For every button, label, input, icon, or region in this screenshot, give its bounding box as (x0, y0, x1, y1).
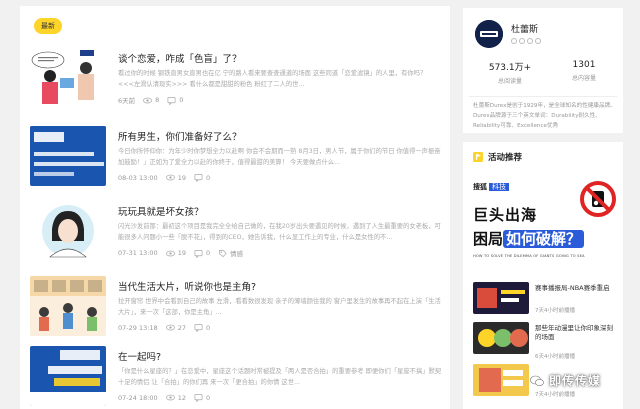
author-name[interactable]: 杜蕾斯 (511, 22, 538, 35)
articles-stat: 1301 总内容量 (549, 60, 619, 82)
article-thumbnail[interactable] (30, 346, 106, 406)
comment-count: 0 (205, 249, 211, 257)
recommend-item-time: 7天4小时前播播 (535, 308, 575, 314)
article-excerpt: 拉开窗帘 世界中会看到自己的故事 左滑，看看数很发现 亲子的薄墙颜住我的 窗户里… (118, 298, 441, 316)
comment-icon (194, 323, 203, 332)
article-time: 6天前 (118, 97, 136, 105)
banner-headline-2b: 如何破解？ (503, 230, 585, 248)
article-title[interactable]: 在一起吗? (118, 349, 161, 363)
article-item[interactable]: 所有男生，你们准备好了么？ 今日你所怀仰你：为年少时你梦想全力以赴啊 你会不会期… (30, 126, 446, 192)
followers-stat: 573.1万+ 总阅读量 (475, 60, 545, 85)
comment-count: 0 (205, 173, 211, 182)
view-count: 19 (177, 249, 186, 257)
author-card: 杜蕾斯 573.1万+ 总阅读量 1301 总内容量 杜蕾斯Durex是创于19… (463, 8, 623, 133)
no-entry-tiktok-icon (580, 181, 616, 217)
flag-icon (473, 152, 483, 162)
article-thumbnail[interactable] (30, 48, 106, 108)
comment-button[interactable]: 0 (167, 96, 183, 105)
watermark: 即传传媒 (530, 372, 601, 389)
wechat-icon (530, 375, 544, 386)
article-meta: 08-03 13:00 19 0 (118, 173, 210, 182)
eye-icon (165, 250, 175, 256)
article-item[interactable]: 玩玩具就是坏女孩？ 闪光沙发前那：最初这个项目是我完全全给自己做的，在我20岁出… (30, 201, 446, 267)
comment-icon (194, 249, 203, 258)
recommend-thumbnail[interactable] (473, 322, 529, 354)
article-time: 07-29 13:18 (118, 323, 158, 332)
followers-label: 总阅读量 (497, 78, 522, 85)
article-meta: 07-31 13:00 19 0 情感 (118, 248, 243, 258)
recommend-item-time: 7天4小时前播播 (535, 392, 575, 398)
banner-tag: 科技 (489, 183, 509, 191)
recommend-item[interactable]: 那些年动漫里让你印象深刻的场面 6天4小时前播播 (473, 322, 618, 362)
recommend-item[interactable]: 赛事播报局-NBA赛季重启 7天4小时前播播 (473, 282, 618, 322)
recommend-item-title[interactable]: 那些年动漫里让你印象深刻的场面 (535, 324, 619, 342)
article-item[interactable]: 在一起吗? 「你是什么星座的？」在恋爱中，星座这个话题时常被提及「两人是否合拍」… (30, 346, 446, 409)
recommend-thumbnail[interactable] (473, 364, 529, 396)
article-title[interactable]: 谈个恋爱，咋成「色盲」了？ (118, 51, 242, 65)
article-feed: 最新 谈个恋爱，咋成「色盲」了？ 看过你的时候 钢铁直男女直男也在亿 宁的路人看… (20, 6, 450, 409)
banner-subtitle: HOW TO SOLVE THE DILEMMA OF GIANTS GOING… (473, 254, 585, 258)
article-thumbnail[interactable] (30, 276, 106, 336)
latest-badge[interactable]: 最新 (34, 18, 62, 34)
view-count: 8 (155, 96, 160, 104)
author-description: 杜蕾斯Durex是创于1929年，是全球知名的性健康品牌。Durex品牌源于三个… (473, 103, 616, 129)
articles-label: 总内容量 (571, 75, 596, 82)
article-thumbnail[interactable] (30, 126, 106, 186)
article-thumbnail[interactable] (30, 201, 106, 261)
article-meta: 6天前 8 0 (118, 95, 183, 105)
article-meta: 07-29 13:18 27 0 (118, 323, 210, 332)
article-title[interactable]: 当代生活大片，听说你也是主角? (118, 279, 256, 293)
comment-button[interactable]: 0 (194, 173, 210, 182)
comment-button[interactable]: 0 (194, 393, 210, 402)
article-excerpt: 闪光沙发前那：最初这个项目是我完全全给自己做的，在我20岁出头要遇见的时候，遇到… (118, 223, 441, 241)
eye-icon (165, 324, 175, 331)
recommend-card: 活动推荐 搜狐 科技 巨头出海 困局 如何破解？ HOW TO SOLVE THE … (463, 142, 623, 409)
banner-headline-2: 困局 如何破解？ (473, 228, 585, 249)
comment-count: 0 (205, 393, 211, 402)
banner-brand-name: 搜狐 (473, 183, 487, 191)
comment-count: 0 (179, 96, 184, 104)
article-excerpt: 看过你的时候 钢铁直男女直男也在亿 宁的路人看来要查查通道的场面 这些同道「恋爱… (118, 70, 427, 88)
comment-icon (194, 173, 203, 182)
eye-icon (143, 97, 153, 103)
article-item[interactable]: 谈个恋爱，咋成「色盲」了？ 看过你的时候 钢铁直男女直男也在亿 宁的路人看来要查… (30, 48, 446, 114)
article-excerpt: 「你是什么星座的？」在恋爱中，星座这个话题时常被提及「两人是否合拍」的重要参考 … (118, 368, 442, 386)
eye-icon (165, 174, 175, 181)
watermark-text: 即传传媒 (549, 374, 602, 388)
article-time: 07-31 13:00 (118, 249, 158, 257)
article-title[interactable]: 所有男生，你们准备好了么？ (118, 129, 242, 143)
article-title[interactable]: 玩玩具就是坏女孩？ (118, 204, 204, 218)
articles-count: 1301 (572, 60, 596, 70)
article-time: 07-24 18:00 (118, 393, 158, 402)
divider (469, 96, 617, 97)
comment-count: 0 (205, 323, 211, 332)
banner-brand: 搜狐 科技 (473, 182, 509, 192)
banner-headline-2a: 困局 (473, 230, 504, 248)
view-count: 19 (177, 173, 186, 182)
author-level-icons (511, 38, 541, 44)
recommend-item-title[interactable]: 赛事播报局-NBA赛季重启 (535, 284, 619, 293)
comment-button[interactable]: 0 (194, 249, 210, 258)
article-excerpt: 今日你所怀仰你：为年少时你梦想全力以赴啊 你会不会期而一熟 8月3日，男人节，属… (118, 148, 441, 166)
recommend-header: 活动推荐 (473, 151, 522, 163)
view-count: 12 (177, 393, 186, 402)
promo-banner[interactable]: 搜狐 科技 巨头出海 困局 如何破解？ HOW TO SOLVE THE DILEM… (473, 180, 616, 276)
followers-count: 573.1万+ (488, 63, 532, 73)
author-avatar[interactable] (475, 20, 503, 48)
view-count: 27 (177, 323, 186, 332)
category-link[interactable]: 情感 (218, 248, 243, 258)
banner-headline-1: 巨头出海 (473, 206, 538, 224)
category-label: 情感 (230, 250, 244, 258)
recommend-item-time: 6天4小时前播播 (535, 354, 575, 360)
comment-icon (194, 393, 203, 402)
article-time: 08-03 13:00 (118, 173, 158, 182)
article-item[interactable]: 当代生活大片，听说你也是主角? 拉开窗帘 世界中会看到自己的故事 左滑，看看数很… (30, 276, 446, 342)
tag-icon (219, 249, 227, 257)
recommend-thumbnail[interactable] (473, 282, 529, 314)
comment-button[interactable]: 0 (194, 323, 210, 332)
eye-icon (165, 394, 175, 401)
comment-icon (167, 96, 176, 105)
recommend-title: 活动推荐 (488, 153, 523, 163)
article-meta: 07-24 18:00 12 0 (118, 393, 210, 402)
